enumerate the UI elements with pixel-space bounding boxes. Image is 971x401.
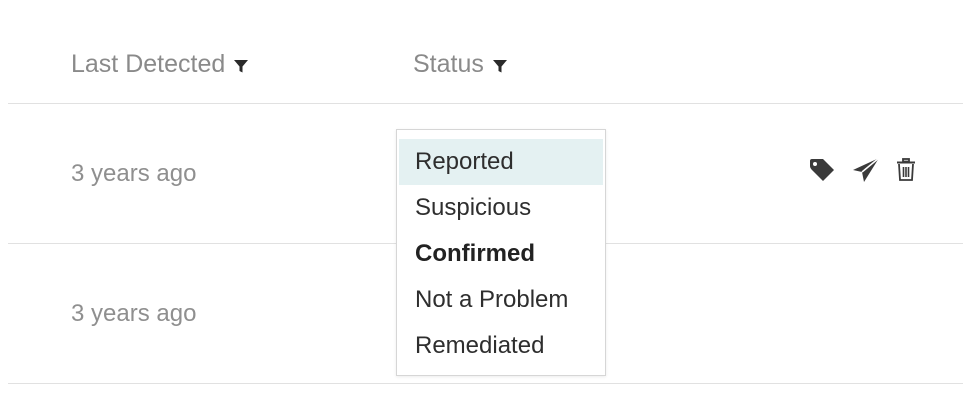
column-header-status[interactable]: Status [413, 50, 508, 79]
status-option-confirmed[interactable]: Confirmed [397, 231, 605, 277]
status-option-not-a-problem[interactable]: Not a Problem [397, 277, 605, 323]
table-header-row: Last Detected Status [8, 12, 963, 104]
row-actions [808, 157, 916, 183]
status-option-remediated[interactable]: Remediated [397, 323, 605, 369]
last-detected-cell: 3 years ago [71, 160, 197, 187]
send-icon[interactable] [852, 157, 880, 183]
status-option-suspicious[interactable]: Suspicious [397, 185, 605, 231]
filter-icon[interactable] [233, 58, 249, 74]
tag-icon[interactable] [808, 158, 836, 182]
column-header-last-detected[interactable]: Last Detected [71, 50, 249, 79]
column-header-label: Status [413, 50, 484, 78]
status-option-reported[interactable]: Reported [399, 139, 603, 185]
trash-icon[interactable] [896, 158, 916, 182]
status-dropdown-menu: Reported Suspicious Confirmed Not a Prob… [396, 129, 606, 376]
column-header-label: Last Detected [71, 50, 226, 78]
last-detected-cell: 3 years ago [71, 300, 197, 327]
filter-icon[interactable] [492, 58, 508, 74]
findings-table: Last Detected Status 3 years ago 3 years… [0, 0, 971, 401]
